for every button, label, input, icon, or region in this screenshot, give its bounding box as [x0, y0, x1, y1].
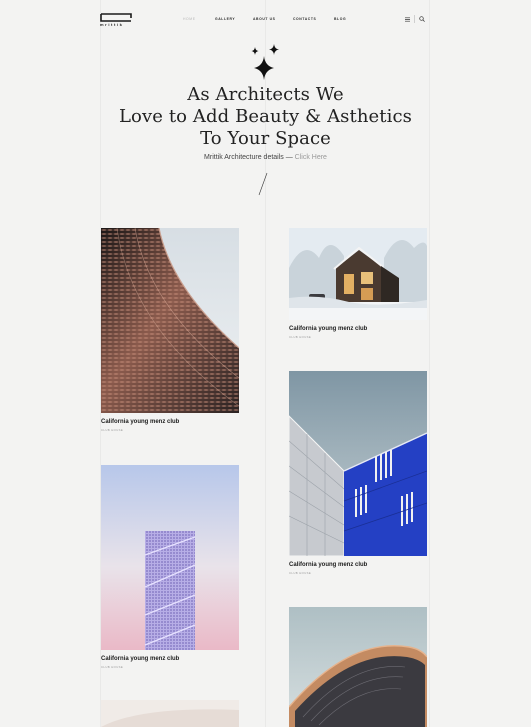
card-meta: CLUB HOUSE	[289, 571, 312, 575]
card-meta: CLUB HOUSE	[289, 335, 312, 339]
click-here-link[interactable]: Click Here	[295, 154, 327, 161]
hero-subtitle-text: Mrittik Architecture details —	[204, 154, 295, 161]
gallery-image-curved-facade[interactable]	[101, 228, 239, 413]
decorative-slash	[258, 172, 268, 196]
gallery-card[interactable]	[289, 607, 427, 727]
gallery-card[interactable]: California young menz club CLUB HOUSE	[101, 465, 239, 669]
nav-contacts[interactable]: CONTACTS	[293, 17, 316, 21]
nav-home[interactable]: HOME	[183, 17, 196, 21]
hero-title: As Architects We Love to Add Beauty & As…	[0, 84, 531, 150]
gallery-card[interactable]: California young menz club CLUB HOUSE	[289, 228, 427, 339]
header-divider	[414, 15, 415, 23]
menu-icon[interactable]	[405, 17, 410, 22]
nav-blog[interactable]: BLOG	[334, 17, 346, 21]
card-title[interactable]: California young menz club	[289, 562, 427, 568]
hero-subtitle: Mrittik Architecture details — Click Her…	[0, 154, 531, 161]
gallery-image-blue-facade[interactable]	[289, 371, 427, 556]
nav-gallery[interactable]: GALLERY	[215, 17, 235, 21]
gallery-card[interactable]: California young menz club CLUB HOUSE	[289, 371, 427, 575]
hero-title-line: Love to Add Beauty & Asthetics	[119, 106, 412, 127]
sparkles-icon	[251, 44, 279, 80]
gallery-image-snowy-house[interactable]	[289, 228, 427, 320]
card-title[interactable]: California young menz club	[101, 419, 239, 425]
gallery-card[interactable]	[101, 700, 239, 727]
gallery-card[interactable]: California young menz club CLUB HOUSE	[101, 228, 239, 432]
main-nav: HOME GALLERY ABOUT US CONTACTS BLOG	[0, 17, 531, 25]
card-meta: CLUB HOUSE	[101, 665, 124, 669]
search-icon[interactable]	[419, 16, 425, 22]
gallery-image-curved-roof[interactable]	[289, 607, 427, 727]
nav-about-us[interactable]: ABOUT US	[253, 17, 276, 21]
hero-title-line: As Architects We	[187, 84, 344, 105]
hero-title-line: To Your Space	[200, 128, 331, 149]
gallery-image-lattice-tower[interactable]	[101, 465, 239, 650]
gallery-image-partial[interactable]	[101, 700, 239, 727]
card-meta: CLUB HOUSE	[101, 428, 124, 432]
card-title[interactable]: California young menz club	[101, 656, 239, 662]
card-title[interactable]: California young menz club	[289, 326, 427, 332]
